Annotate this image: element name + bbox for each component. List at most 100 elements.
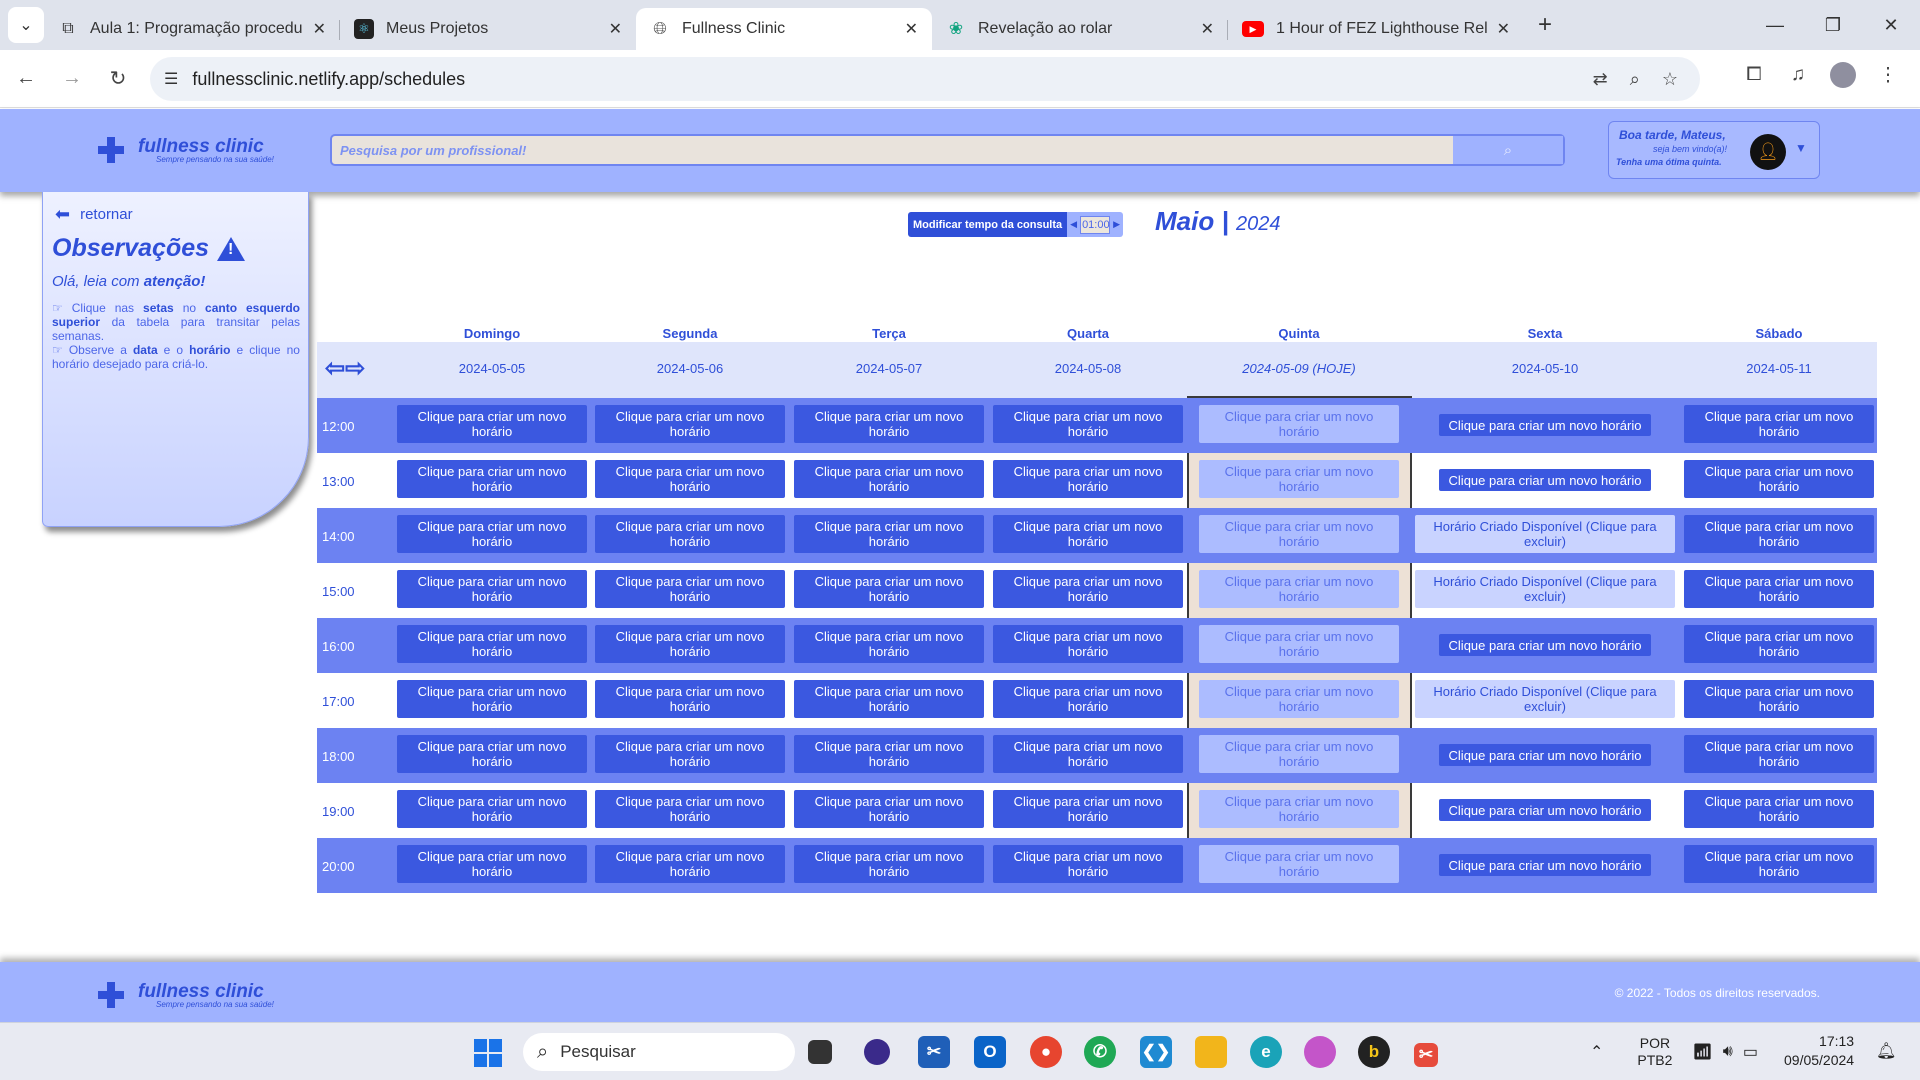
browser-moon-icon[interactable]	[864, 1039, 890, 1065]
create-slot-button[interactable]: Clique para criar um novo horário	[595, 735, 785, 773]
restore-icon[interactable]: ❐	[1804, 15, 1862, 36]
chevron-down-icon[interactable]: ▼	[1795, 141, 1807, 155]
create-slot-button[interactable]: Clique para criar um novo horário	[794, 515, 984, 553]
create-slot-button[interactable]: Clique para criar um novo horário	[595, 845, 785, 883]
create-slot-button[interactable]: Clique para criar um novo horário	[595, 790, 785, 828]
file-explorer-icon[interactable]	[1195, 1036, 1227, 1068]
new-tab-icon[interactable]: +	[1538, 11, 1552, 39]
create-slot-button[interactable]: Clique para criar um novo horário	[794, 735, 984, 773]
task-view-icon[interactable]	[808, 1040, 832, 1064]
create-slot-button[interactable]: Clique para criar um novo horário	[397, 570, 587, 608]
duration-stepper[interactable]: ◀ 01:00 ▶	[1067, 212, 1123, 237]
chrome-icon[interactable]: ●	[1030, 1036, 1062, 1068]
browser-tab-2[interactable]: ⚛ Meus Projetos ✕	[340, 8, 636, 50]
create-slot-button[interactable]: Clique para criar um novo horário	[1199, 570, 1399, 608]
url-text[interactable]: fullnessclinic.netlify.app/schedules	[192, 69, 1592, 90]
create-slot-button[interactable]: Clique para criar um novo horário	[1199, 735, 1399, 773]
footer-logo[interactable]: fullness clinic Sempre pensando na sua s…	[98, 982, 274, 1009]
create-slot-button[interactable]: Clique para criar um novo horário	[1439, 744, 1651, 766]
tab-search-button[interactable]: ⌄	[8, 7, 44, 43]
create-slot-button[interactable]: Clique para criar um novo horário	[1439, 414, 1651, 436]
create-slot-button[interactable]: Clique para criar um novo horário	[993, 735, 1183, 773]
create-slot-button[interactable]: Clique para criar um novo horário	[1684, 790, 1874, 828]
browser-tab-3[interactable]: 🌐︎ Fullness Clinic ✕	[636, 8, 932, 50]
back-icon[interactable]: ←	[6, 67, 46, 90]
create-slot-button[interactable]: Clique para criar um novo horário	[397, 515, 587, 553]
bing-b-icon[interactable]: b	[1358, 1036, 1390, 1068]
create-slot-button[interactable]: Clique para criar um novo horário	[794, 625, 984, 663]
browser-tab-4[interactable]: ❀ Revelação ao rolar ✕	[932, 8, 1228, 50]
create-slot-button[interactable]: Clique para criar um novo horário	[1199, 680, 1399, 718]
windows-start-icon[interactable]	[474, 1039, 502, 1067]
reload-icon[interactable]: ↻	[98, 66, 138, 91]
tab-close-icon[interactable]: ✕	[905, 19, 918, 39]
create-slot-button[interactable]: Clique para criar um novo horário	[1684, 845, 1874, 883]
tab-close-icon[interactable]: ✕	[609, 19, 622, 39]
create-slot-button[interactable]: Clique para criar um novo horário	[1684, 570, 1874, 608]
create-slot-button[interactable]: Clique para criar um novo horário	[794, 680, 984, 718]
create-slot-button[interactable]: Clique para criar um novo horário	[1199, 405, 1399, 443]
zoom-icon[interactable]: ⌕	[1630, 69, 1640, 90]
forward-icon[interactable]: →	[52, 67, 92, 90]
create-slot-button[interactable]: Clique para criar um novo horário	[794, 790, 984, 828]
browser-tab-1[interactable]: ⧉ Aula 1: Programação procedura ✕	[44, 8, 340, 50]
create-slot-button[interactable]: Clique para criar um novo horário	[1684, 460, 1874, 498]
create-slot-button[interactable]: Clique para criar um novo horário	[993, 460, 1183, 498]
chevron-up-icon[interactable]: ⌃	[1590, 1042, 1603, 1062]
user-menu[interactable]: Boa tarde, Mateus, seja bem vindo(a)! Te…	[1608, 121, 1820, 179]
vscode-icon[interactable]: ❮❯	[1140, 1036, 1172, 1068]
create-slot-button[interactable]: Clique para criar um novo horário	[595, 625, 785, 663]
create-slot-button[interactable]: Clique para criar um novo horário	[397, 845, 587, 883]
create-slot-button[interactable]: Clique para criar um novo horário	[1199, 845, 1399, 883]
create-slot-button[interactable]: Clique para criar um novo horário	[397, 735, 587, 773]
bookmark-star-icon[interactable]: ☆	[1662, 69, 1678, 90]
create-slot-button[interactable]: Clique para criar um novo horário	[595, 405, 785, 443]
create-slot-button[interactable]: Clique para criar um novo horário	[397, 680, 587, 718]
create-slot-button[interactable]: Clique para criar um novo horário	[993, 845, 1183, 883]
whatsapp-icon[interactable]: ✆	[1084, 1036, 1116, 1068]
available-slot-button[interactable]: Horário Criado Disponível (Clique para e…	[1415, 570, 1675, 608]
extensions-icon[interactable]: ⧠	[1732, 64, 1776, 86]
site-logo[interactable]: fullness clinic Sempre pensando na sua s…	[98, 137, 274, 164]
volume-icon[interactable]: 🔊︎	[1723, 1043, 1733, 1061]
taskbar-search[interactable]: ⌕ Pesquisar	[523, 1033, 795, 1071]
colorful-app-icon[interactable]	[1304, 1036, 1336, 1068]
create-slot-button[interactable]: Clique para criar um novo horário	[595, 680, 785, 718]
create-slot-button[interactable]: Clique para criar um novo horário	[397, 460, 587, 498]
search-input[interactable]	[332, 136, 1453, 164]
create-slot-button[interactable]: Clique para criar um novo horário	[1199, 460, 1399, 498]
battery-icon[interactable]: ▭	[1743, 1042, 1758, 1062]
snipping-tool-icon[interactable]: ✂	[1414, 1043, 1438, 1067]
create-slot-button[interactable]: Clique para criar um novo horário	[993, 790, 1183, 828]
create-slot-button[interactable]: Clique para criar um novo horário	[993, 405, 1183, 443]
create-slot-button[interactable]: Clique para criar um novo horário	[1439, 854, 1651, 876]
back-link[interactable]: ⬅ retornar	[55, 204, 133, 225]
capcut-icon[interactable]: ✂	[918, 1036, 950, 1068]
minimize-icon[interactable]: —	[1746, 15, 1804, 36]
increment-icon[interactable]: ▶	[1113, 219, 1120, 230]
create-slot-button[interactable]: Clique para criar um novo horário	[794, 845, 984, 883]
create-slot-button[interactable]: Clique para criar um novo horário	[993, 515, 1183, 553]
modify-duration-button[interactable]: Modificar tempo da consulta	[908, 212, 1068, 237]
create-slot-button[interactable]: Clique para criar um novo horário	[1684, 735, 1874, 773]
profile-avatar[interactable]	[1830, 62, 1856, 88]
tab-close-icon[interactable]: ✕	[1497, 19, 1510, 39]
create-slot-button[interactable]: Clique para criar um novo horário	[1684, 515, 1874, 553]
create-slot-button[interactable]: Clique para criar um novo horário	[794, 570, 984, 608]
decrement-icon[interactable]: ◀	[1070, 219, 1077, 230]
create-slot-button[interactable]: Clique para criar um novo horário	[397, 405, 587, 443]
previous-week-arrow-icon[interactable]: ⇦	[325, 354, 345, 383]
create-slot-button[interactable]: Clique para criar um novo horário	[1684, 405, 1874, 443]
create-slot-button[interactable]: Clique para criar um novo horário	[397, 625, 587, 663]
create-slot-button[interactable]: Clique para criar um novo horário	[794, 405, 984, 443]
create-slot-button[interactable]: Clique para criar um novo horário	[1199, 790, 1399, 828]
search-button[interactable]: ⌕	[1453, 136, 1563, 164]
create-slot-button[interactable]: Clique para criar um novo horário	[1684, 625, 1874, 663]
site-info-icon[interactable]: ☰	[164, 69, 178, 89]
create-slot-button[interactable]: Clique para criar um novo horário	[595, 460, 785, 498]
outlook-icon[interactable]: O	[974, 1036, 1006, 1068]
create-slot-button[interactable]: Clique para criar um novo horário	[1439, 469, 1651, 491]
translate-icon[interactable]: ⇄	[1593, 69, 1608, 90]
media-control-icon[interactable]: ♫	[1776, 64, 1820, 86]
create-slot-button[interactable]: Clique para criar um novo horário	[1199, 625, 1399, 663]
